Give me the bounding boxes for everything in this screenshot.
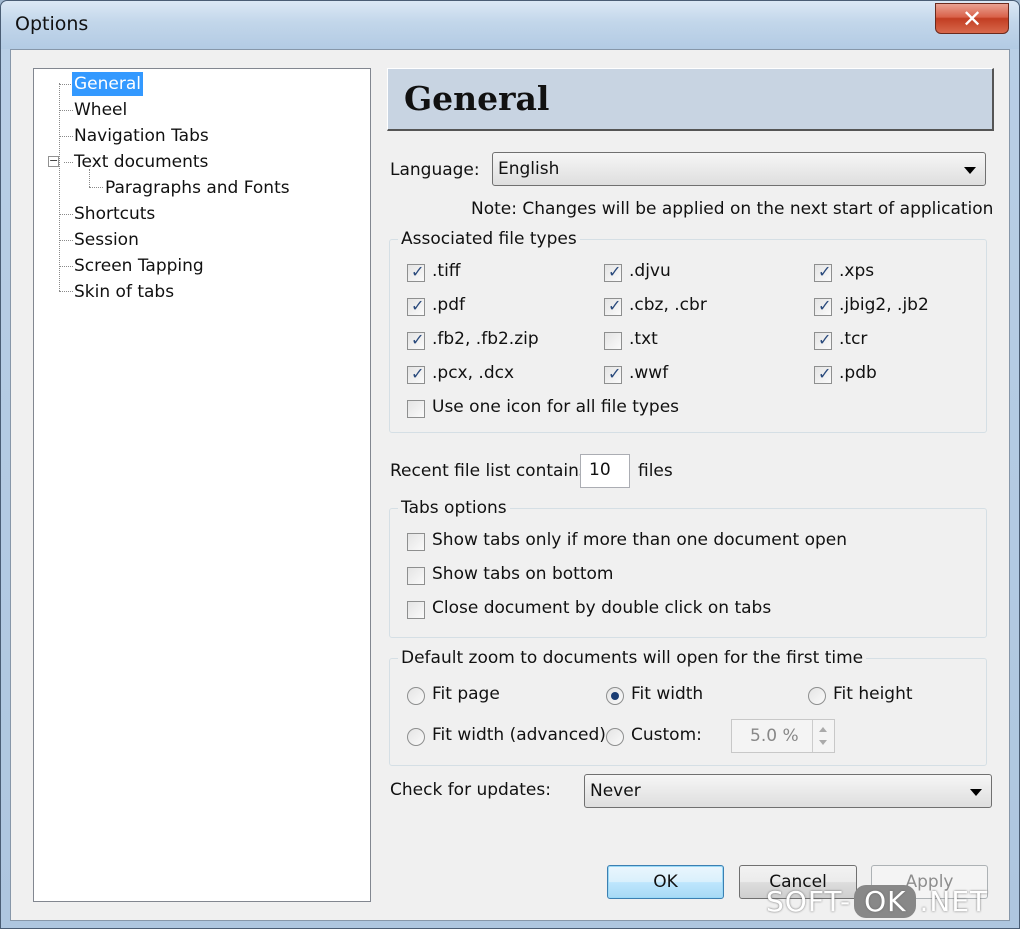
- updates-value: Never: [590, 781, 641, 801]
- check-icon: ✓: [608, 296, 622, 315]
- check-icon: ✓: [411, 330, 425, 349]
- tree-item-skin-of-tabs[interactable]: Skin of tabs: [72, 280, 176, 304]
- close-icon: ✕: [961, 5, 983, 33]
- options-tree[interactable]: − General Wheel Navigation Tabs Text doc…: [33, 68, 371, 902]
- tree-line: [59, 291, 73, 292]
- collapse-icon[interactable]: −: [48, 155, 59, 167]
- tree-line: [59, 214, 73, 215]
- tree-line: [59, 83, 60, 291]
- check-icon: ✓: [411, 364, 425, 383]
- tree-item-navigation-tabs[interactable]: Navigation Tabs: [72, 124, 211, 148]
- language-value: English: [498, 159, 560, 179]
- check-icon: ✓: [818, 364, 832, 383]
- chevron-down-icon: [964, 167, 976, 174]
- check-icon: ✓: [411, 296, 425, 315]
- page-title: General: [404, 79, 550, 118]
- associated-file-types-title: Associated file types: [398, 229, 580, 249]
- tree-line: [59, 110, 73, 111]
- language-label: Language:: [390, 160, 480, 180]
- tree-line: [59, 240, 73, 241]
- recent-files-label: Recent file list contains:: [390, 461, 594, 481]
- language-dropdown[interactable]: English: [492, 152, 986, 186]
- tree-item-paragraphs-and-fonts[interactable]: Paragraphs and Fonts: [103, 176, 292, 200]
- page-header: General: [387, 68, 994, 131]
- check-icon: ✓: [411, 262, 425, 281]
- tree-line: [59, 266, 73, 267]
- recent-files-suffix: files: [638, 461, 673, 481]
- check-icon: ✓: [608, 262, 622, 281]
- recent-files-input[interactable]: 10: [580, 454, 630, 488]
- associated-file-types-group: Associated file types ✓ .tiff ✓ .djvu ✓ .xp…: [389, 229, 987, 433]
- tree-line: [59, 136, 73, 137]
- options-window: Options ✕ − General Wheel Navigation Tab…: [0, 0, 1020, 929]
- watermark: SOFT- OK .NET: [766, 885, 989, 918]
- tree-line: [59, 84, 73, 85]
- check-icon: ✓: [818, 262, 832, 281]
- restart-note: Note: Changes will be applied on the nex…: [471, 199, 994, 219]
- check-icon: ✓: [608, 364, 622, 383]
- tree-item-session[interactable]: Session: [72, 228, 141, 252]
- tree-line: [89, 187, 103, 188]
- updates-dropdown[interactable]: Never: [584, 774, 992, 808]
- updates-label: Check for updates:: [390, 780, 551, 800]
- tree-item-wheel[interactable]: Wheel: [72, 98, 129, 122]
- check-icon: ✓: [818, 296, 832, 315]
- default-zoom-group: Default zoom to documents will open for …: [389, 648, 987, 766]
- tree-item-text-documents[interactable]: Text documents: [72, 150, 210, 174]
- tree-item-shortcuts[interactable]: Shortcuts: [72, 202, 157, 226]
- radio-selected-dot: [611, 692, 619, 700]
- chevron-down-icon: [970, 789, 982, 796]
- tabs-options-group: Tabs options Show tabs only if more than…: [389, 498, 987, 638]
- check-icon: ✓: [818, 330, 832, 349]
- default-zoom-title: Default zoom to documents will open for …: [398, 648, 867, 668]
- window-title: Options: [15, 13, 89, 35]
- stepper-down-icon[interactable]: [819, 740, 827, 745]
- tabs-options-title: Tabs options: [398, 498, 510, 518]
- tree-item-general[interactable]: General: [72, 72, 143, 96]
- ok-button[interactable]: OK: [607, 865, 724, 899]
- title-bar[interactable]: Options ✕: [1, 1, 1019, 49]
- close-button[interactable]: ✕: [935, 3, 1009, 34]
- tree-item-screen-tapping[interactable]: Screen Tapping: [72, 254, 206, 278]
- custom-zoom-stepper[interactable]: 5.0 %: [731, 719, 835, 753]
- dialog-client-area: − General Wheel Navigation Tabs Text doc…: [10, 49, 1010, 921]
- stepper-up-icon[interactable]: [819, 727, 827, 732]
